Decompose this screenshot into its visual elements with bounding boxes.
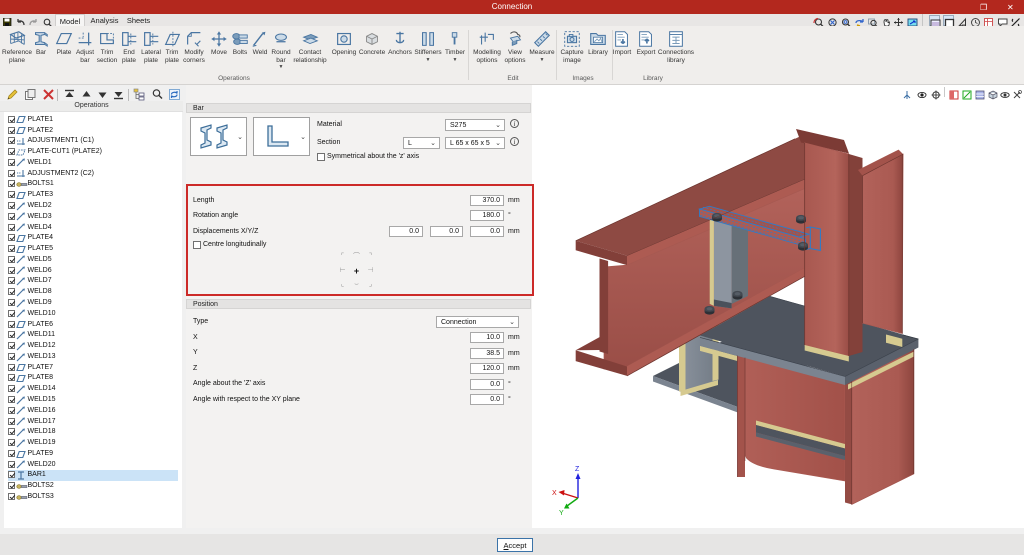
svg-text:Y: Y	[559, 510, 564, 517]
svg-text:Z: Z	[575, 466, 580, 473]
svg-text:X: X	[552, 490, 557, 497]
